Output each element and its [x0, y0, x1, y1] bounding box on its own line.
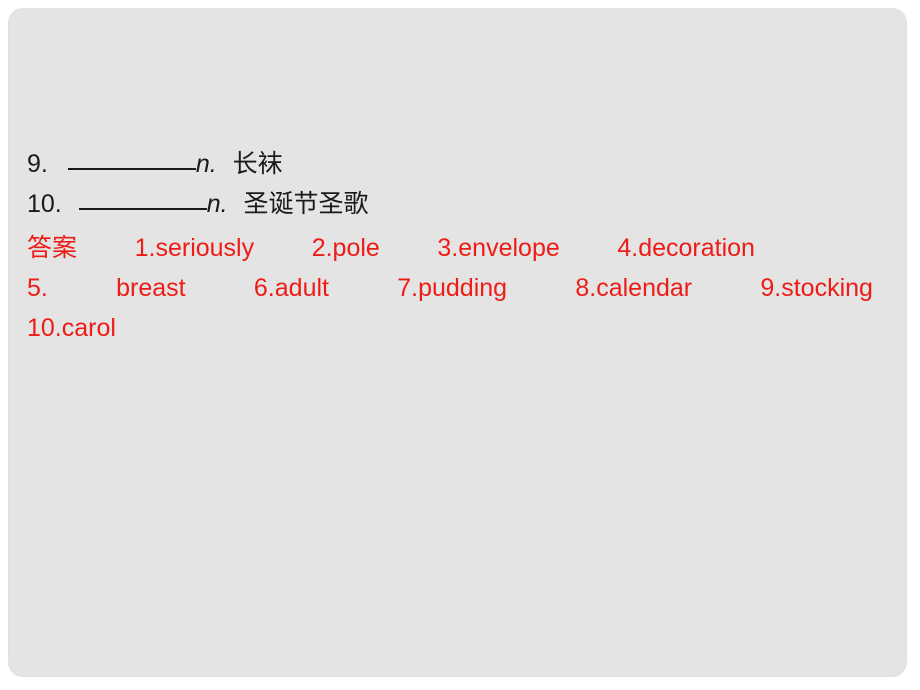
answer-row-1: 答案 1.seriously 2.pole 3.envelope 4.decor… [27, 228, 883, 268]
answer-item-5-word: breast [116, 274, 186, 302]
question-chinese-10: 圣诞节圣歌 [243, 190, 369, 218]
answer-item-2: 2.pole [311, 234, 380, 262]
answer-item-8: 8.calendar [575, 274, 693, 302]
answer-item-6: 6.adult [253, 274, 329, 302]
question-chinese-9: 长袜 [232, 150, 283, 178]
answer-label: 答案 [27, 234, 78, 262]
content-area: 9. n. 长袜 10. n. 圣诞节圣歌 答案 1.seriously 2.p… [18, 144, 897, 348]
question-number-10: 10. [27, 190, 62, 218]
answer-item-3: 3.envelope [437, 234, 560, 262]
answer-row-3: 10.carol [27, 308, 883, 348]
question-blank-9 [67, 168, 196, 170]
answer-item-1: 1.seriously [134, 234, 255, 262]
question-blank-10 [78, 208, 207, 210]
answer-item-4: 4.decoration [617, 234, 755, 262]
answer-item-9: 9.stocking [760, 274, 873, 302]
question-pos-9: n. [195, 150, 217, 178]
question-line-9: 9. n. 长袜 [18, 144, 897, 184]
answer-block: 答案 1.seriously 2.pole 3.envelope 4.decor… [18, 228, 897, 348]
slide-frame: 9. n. 长袜 10. n. 圣诞节圣歌 答案 1.seriously 2.p… [0, 0, 920, 690]
answer-item-7: 7.pudding [397, 274, 508, 302]
question-pos-10: n. [206, 190, 228, 218]
question-number-9: 9. [27, 150, 48, 178]
answer-item-10: 10.carol [27, 314, 116, 342]
slide-panel: 9. n. 长袜 10. n. 圣诞节圣歌 答案 1.seriously 2.p… [9, 9, 906, 676]
question-line-10: 10. n. 圣诞节圣歌 [18, 184, 897, 224]
answer-row-2: 5. breast 6.adult 7.pudding 8.calendar 9… [27, 268, 883, 308]
answer-item-5-number: 5. [27, 274, 48, 302]
